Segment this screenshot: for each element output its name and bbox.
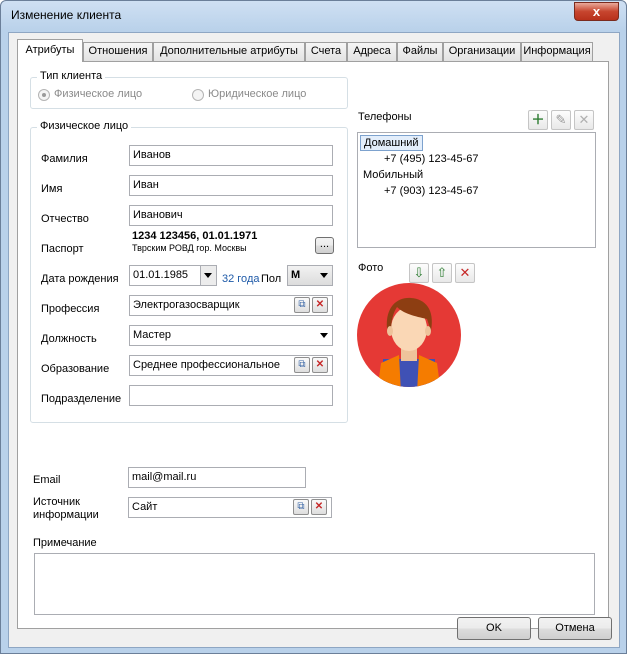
tab-files[interactable]: Файлы <box>397 42 443 61</box>
avatar-ear-left <box>387 326 393 336</box>
gender-value: М <box>291 269 301 281</box>
passport-issued: Тврским РОВД гор. Москвы <box>132 243 247 253</box>
note-textarea[interactable] <box>34 553 595 615</box>
passport-number: 1234 123456, 01.01.1971 <box>132 230 258 242</box>
source-select-button[interactable]: ⧉ <box>293 499 309 515</box>
position-value: Мастер <box>133 329 172 341</box>
birthdate-value: 01.01.1985 <box>133 269 189 281</box>
client-type-group: Тип клиента Физическое лицо Юридическое … <box>30 70 348 109</box>
dialog-window: Изменение клиента x Атрибуты Отношения Д… <box>0 0 627 654</box>
education-value: Среднее профессиональное <box>133 359 280 371</box>
education-select-button[interactable]: ⧉ <box>294 357 310 373</box>
phone-home-number[interactable]: +7 (495) 123-45-67 <box>384 153 478 165</box>
note-label: Примечание <box>33 537 97 549</box>
firstname-label: Имя <box>41 183 63 195</box>
source-input[interactable]: Сайт ⧉ ✕ <box>128 497 332 518</box>
department-label: Подразделение <box>41 393 122 405</box>
profession-clear-button[interactable]: ✕ <box>312 297 328 313</box>
gender-select[interactable]: М <box>287 265 333 286</box>
patronymic-label: Отчество <box>41 213 89 225</box>
phone-delete-button[interactable]: ✕ <box>574 110 594 130</box>
calendar-dropdown-button[interactable] <box>200 266 216 285</box>
profession-value: Электрогазосварщик <box>133 299 240 311</box>
cancel-button[interactable]: Отмена <box>538 617 612 640</box>
radio-legal-label[interactable]: Юридическое лицо <box>208 88 306 100</box>
tab-additional-attributes[interactable]: Дополнительные атрибуты <box>153 42 305 61</box>
age-text: 32 года <box>222 273 260 285</box>
source-label-line1: Источник <box>33 496 80 508</box>
source-label-line2: информации <box>33 509 99 521</box>
phones-title: Телефоны <box>358 111 412 123</box>
photo-download-button[interactable]: ⇧ <box>432 263 452 283</box>
education-clear-button[interactable]: ✕ <box>312 357 328 373</box>
phone-group-home[interactable]: Домашний <box>360 135 423 151</box>
phone-mobile-number[interactable]: +7 (903) 123-45-67 <box>384 185 478 197</box>
ok-button[interactable]: OK <box>457 617 531 640</box>
tab-information[interactable]: Информация <box>521 42 593 61</box>
person-group-title: Физическое лицо <box>37 120 132 132</box>
tab-organizations[interactable]: Организации <box>443 42 521 61</box>
avatar-ear-right <box>425 326 431 336</box>
dialog-body: Атрибуты Отношения Дополнительные атрибу… <box>8 32 620 648</box>
profession-input[interactable]: Электрогазосварщик ⧉ ✕ <box>129 295 333 316</box>
client-type-title: Тип клиента <box>37 70 106 82</box>
education-label: Образование <box>41 363 110 375</box>
profession-label: Профессия <box>41 303 100 315</box>
passport-label: Паспорт <box>41 243 84 255</box>
tab-accounts[interactable]: Счета <box>305 42 347 61</box>
avatar <box>357 283 461 387</box>
close-button[interactable]: x <box>574 2 619 21</box>
source-clear-button[interactable]: ✕ <box>311 499 327 515</box>
education-input[interactable]: Среднее профессиональное ⧉ ✕ <box>129 355 333 376</box>
radio-individual-label[interactable]: Физическое лицо <box>54 88 142 100</box>
window-title: Изменение клиента <box>11 8 122 22</box>
tab-relations[interactable]: Отношения <box>83 42 153 61</box>
passport-edit-button[interactable]: ... <box>315 237 334 254</box>
radio-individual[interactable] <box>38 89 50 101</box>
radio-legal[interactable] <box>192 89 204 101</box>
tab-attributes[interactable]: Атрибуты <box>17 39 83 62</box>
profession-select-button[interactable]: ⧉ <box>294 297 310 313</box>
email-label: Email <box>33 474 61 486</box>
phone-edit-button[interactable]: ✎ <box>551 110 571 130</box>
birthdate-label: Дата рождения <box>41 273 119 285</box>
department-input[interactable] <box>129 385 333 406</box>
lastname-label: Фамилия <box>41 153 88 165</box>
tab-addresses[interactable]: Адреса <box>347 42 397 61</box>
lastname-input[interactable]: Иванов <box>129 145 333 166</box>
title-bar[interactable]: Изменение клиента x <box>1 1 626 31</box>
photo-upload-button[interactable]: ⇩ <box>409 263 429 283</box>
attributes-panel: Тип клиента Физическое лицо Юридическое … <box>17 61 609 629</box>
photo-delete-button[interactable]: ✕ <box>455 263 475 283</box>
position-label: Должность <box>41 333 97 345</box>
birthdate-picker[interactable]: 01.01.1985 <box>129 265 217 286</box>
person-group: Физическое лицо Фамилия Иванов Имя Иван … <box>30 120 348 423</box>
phones-list[interactable]: Домашний +7 (495) 123-45-67 Мобильный +7… <box>357 132 596 248</box>
firstname-input[interactable]: Иван <box>129 175 333 196</box>
gender-label: Пол <box>261 273 282 285</box>
email-input[interactable]: mail@mail.ru <box>128 467 306 488</box>
phone-group-mobile[interactable]: Мобильный <box>363 169 423 181</box>
position-select[interactable]: Мастер <box>129 325 333 346</box>
source-value: Сайт <box>132 501 158 513</box>
patronymic-input[interactable]: Иванович <box>129 205 333 226</box>
photo-title: Фото <box>358 262 384 274</box>
phone-add-button[interactable]: ＋ <box>528 110 548 130</box>
